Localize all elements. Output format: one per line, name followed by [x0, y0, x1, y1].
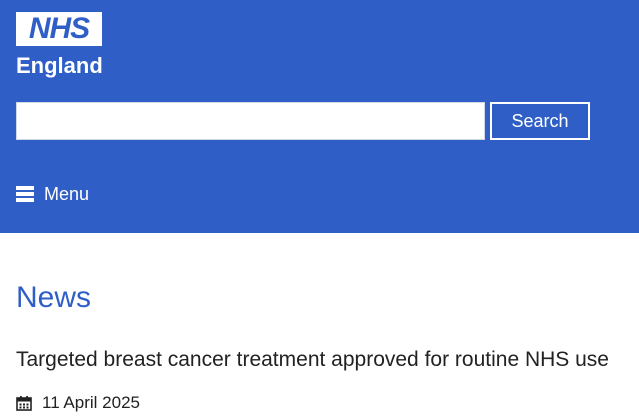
- nhs-logo-text: NHS: [28, 12, 90, 45]
- search-input[interactable]: [16, 102, 485, 140]
- menu-button[interactable]: Menu: [16, 183, 89, 205]
- article-date: 11 April 2025: [16, 392, 140, 414]
- site-header: NHS England Search Menu: [0, 0, 639, 233]
- nhs-england-logo[interactable]: NHS England: [16, 12, 104, 77]
- search-button[interactable]: Search: [490, 102, 590, 140]
- article-date-text: 11 April 2025: [42, 393, 140, 412]
- menu-label: Menu: [44, 184, 90, 204]
- article-title-link[interactable]: Targeted breast cancer treatment approve…: [16, 346, 609, 374]
- hamburger-icon: [16, 186, 34, 202]
- nhs-logo-mark: NHS: [16, 12, 102, 46]
- logo-region-text: England: [16, 53, 103, 78]
- calendar-icon: [16, 396, 32, 411]
- page-title: News: [16, 281, 92, 314]
